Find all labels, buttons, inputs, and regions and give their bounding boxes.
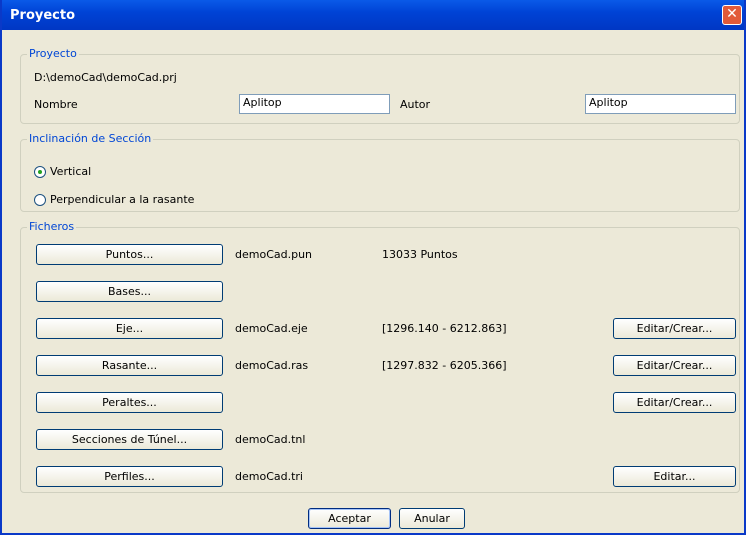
perfiles-button[interactable]: Perfiles... bbox=[36, 466, 223, 487]
section-group-legend: Inclinación de Sección bbox=[27, 132, 154, 145]
bases-button[interactable]: Bases... bbox=[36, 281, 223, 302]
radio-unchecked-icon bbox=[34, 193, 46, 206]
secciones-tunel-file: demoCad.tnl bbox=[235, 433, 306, 446]
project-group-legend: Proyecto bbox=[27, 47, 79, 60]
radio-perpendicular[interactable]: Perpendicular a la rasante bbox=[34, 193, 194, 206]
accept-button[interactable]: Aceptar bbox=[308, 508, 391, 529]
author-label: Autor bbox=[400, 98, 431, 111]
cancel-button[interactable]: Anular bbox=[399, 508, 465, 529]
perfiles-file: demoCad.tri bbox=[235, 470, 303, 483]
eje-button[interactable]: Eje... bbox=[36, 318, 223, 339]
title-bar[interactable]: Proyecto ✕ bbox=[2, 0, 744, 30]
eje-info: [1296.140 - 6212.863] bbox=[382, 322, 507, 335]
peraltes-edit-button[interactable]: Editar/Crear... bbox=[613, 392, 736, 413]
rasante-edit-button[interactable]: Editar/Crear... bbox=[613, 355, 736, 376]
rasante-button[interactable]: Rasante... bbox=[36, 355, 223, 376]
peraltes-button[interactable]: Peraltes... bbox=[36, 392, 223, 413]
close-icon[interactable]: ✕ bbox=[722, 5, 742, 25]
puntos-info: 13033 Puntos bbox=[382, 248, 458, 261]
eje-edit-button[interactable]: Editar/Crear... bbox=[613, 318, 736, 339]
puntos-file: demoCad.pun bbox=[235, 248, 313, 261]
author-field[interactable]: Aplitop bbox=[585, 94, 736, 114]
radio-perpendicular-label: Perpendicular a la rasante bbox=[50, 193, 195, 206]
project-path: D:\demoCad\demoCad.prj bbox=[34, 71, 177, 84]
eje-file: demoCad.eje bbox=[235, 322, 308, 335]
puntos-button[interactable]: Puntos... bbox=[36, 244, 223, 265]
window-title: Proyecto bbox=[10, 8, 76, 23]
rasante-info: [1297.832 - 6205.366] bbox=[382, 359, 507, 372]
name-label: Nombre bbox=[34, 98, 78, 111]
project-dialog: Proyecto ✕ Proyecto D:\demoCad\demoCad.p… bbox=[0, 0, 746, 535]
perfiles-edit-button[interactable]: Editar... bbox=[613, 466, 736, 487]
secciones-tunel-button[interactable]: Secciones de Túnel... bbox=[36, 429, 223, 450]
radio-checked-icon bbox=[34, 165, 46, 178]
radio-vertical[interactable]: Vertical bbox=[34, 165, 91, 178]
rasante-file: demoCad.ras bbox=[235, 359, 309, 372]
name-field[interactable]: Aplitop bbox=[239, 94, 390, 114]
files-group-legend: Ficheros bbox=[27, 220, 77, 233]
radio-vertical-label: Vertical bbox=[50, 165, 92, 178]
